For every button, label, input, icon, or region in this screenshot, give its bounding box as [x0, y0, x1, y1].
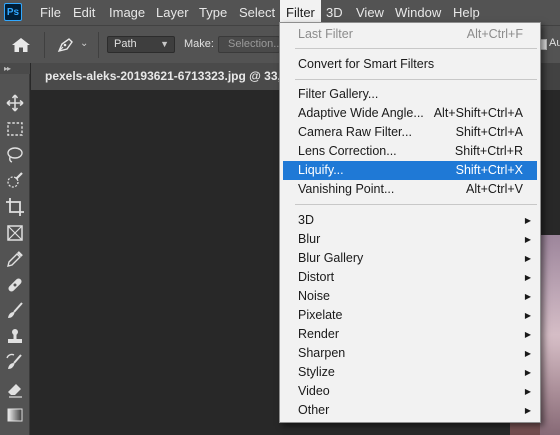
- clone-stamp-tool-icon[interactable]: [5, 327, 25, 347]
- tools-panel: ▸▸: [0, 63, 30, 435]
- move-tool-icon[interactable]: [5, 93, 25, 113]
- menu-type[interactable]: Type: [193, 0, 233, 25]
- chevron-down-icon[interactable]: ⌄: [80, 38, 88, 49]
- home-icon[interactable]: [11, 37, 31, 53]
- make-selection-button[interactable]: Selection...: [218, 36, 280, 53]
- submenu-video[interactable]: Video ▶: [283, 382, 537, 401]
- menu-separator: [295, 48, 537, 49]
- options-separator: [98, 32, 99, 58]
- quick-selection-tool-icon[interactable]: [5, 171, 25, 191]
- submenu-arrow-icon: ▶: [524, 216, 531, 225]
- path-mode-select[interactable]: Path ▼: [107, 36, 175, 53]
- submenu-arrow-icon: ▶: [524, 349, 531, 358]
- menu-layer[interactable]: Layer: [150, 0, 195, 25]
- history-brush-tool-icon[interactable]: [5, 353, 25, 373]
- pen-tool-icon[interactable]: [56, 37, 74, 53]
- submenu-arrow-icon: ▶: [524, 254, 531, 263]
- path-mode-value: Path: [114, 38, 137, 50]
- document-tab[interactable]: pexels-aleks-20193621-6713323.jpg @ 33,3…: [31, 63, 291, 90]
- submenu-arrow-icon: ▶: [524, 311, 531, 320]
- crop-tool-icon[interactable]: [5, 197, 25, 217]
- submenu-arrow-icon: ▶: [524, 330, 531, 339]
- brush-tool-icon[interactable]: [5, 301, 25, 321]
- submenu-noise[interactable]: Noise ▶: [283, 287, 537, 306]
- submenu-arrow-icon: ▶: [524, 368, 531, 377]
- lasso-tool-icon[interactable]: [5, 145, 25, 165]
- gradient-tool-icon[interactable]: [5, 405, 25, 425]
- eraser-tool-icon[interactable]: [5, 379, 25, 399]
- submenu-arrow-icon: ▶: [524, 235, 531, 244]
- menu-item-last-filter[interactable]: Last Filter Alt+Ctrl+F: [283, 25, 537, 44]
- submenu-blur-gallery[interactable]: Blur Gallery ▶: [283, 249, 537, 268]
- document-image-edge: [540, 235, 560, 435]
- chevron-down-icon: ▼: [160, 39, 169, 49]
- menu-file[interactable]: File: [34, 0, 67, 25]
- submenu-arrow-icon: ▶: [524, 387, 531, 396]
- menu-item-liquify[interactable]: Liquify... Shift+Ctrl+X: [283, 161, 537, 180]
- submenu-blur[interactable]: Blur ▶: [283, 230, 537, 249]
- submenu-pixelate[interactable]: Pixelate ▶: [283, 306, 537, 325]
- eyedropper-tool-icon[interactable]: [5, 249, 25, 269]
- menu-image[interactable]: Image: [103, 0, 151, 25]
- frame-tool-icon[interactable]: [5, 223, 25, 243]
- menu-select[interactable]: Select: [233, 0, 281, 25]
- menu-separator: [295, 204, 537, 205]
- filter-menu-dropdown: Last Filter Alt+Ctrl+F Convert for Smart…: [279, 22, 541, 423]
- submenu-distort[interactable]: Distort ▶: [283, 268, 537, 287]
- menu-item-convert-smart-filters[interactable]: Convert for Smart Filters: [283, 55, 537, 74]
- menu-item-adaptive-wide-angle[interactable]: Adaptive Wide Angle... Alt+Shift+Ctrl+A: [283, 104, 537, 123]
- submenu-arrow-icon: ▶: [524, 292, 531, 301]
- options-separator: [44, 32, 45, 58]
- marquee-tool-icon[interactable]: [5, 119, 25, 139]
- menu-item-vanishing-point[interactable]: Vanishing Point... Alt+Ctrl+V: [283, 180, 537, 199]
- healing-brush-tool-icon[interactable]: [5, 275, 25, 295]
- submenu-arrow-icon: ▶: [524, 273, 531, 282]
- submenu-render[interactable]: Render ▶: [283, 325, 537, 344]
- submenu-3d[interactable]: 3D ▶: [283, 211, 537, 230]
- submenu-arrow-icon: ▶: [524, 406, 531, 415]
- submenu-sharpen[interactable]: Sharpen ▶: [283, 344, 537, 363]
- make-label: Make:: [184, 38, 214, 50]
- auto-add-delete-label: Au: [549, 37, 560, 49]
- submenu-other[interactable]: Other ▶: [283, 401, 537, 420]
- submenu-stylize[interactable]: Stylize ▶: [283, 363, 537, 382]
- photoshop-logo[interactable]: Ps: [4, 3, 22, 21]
- menu-separator: [295, 79, 537, 80]
- menu-item-camera-raw-filter[interactable]: Camera Raw Filter... Shift+Ctrl+A: [283, 123, 537, 142]
- collapse-panel-icon[interactable]: ▸▸: [0, 63, 30, 74]
- menu-item-filter-gallery[interactable]: Filter Gallery...: [283, 85, 537, 104]
- menu-edit[interactable]: Edit: [67, 0, 101, 25]
- menu-item-lens-correction[interactable]: Lens Correction... Shift+Ctrl+R: [283, 142, 537, 161]
